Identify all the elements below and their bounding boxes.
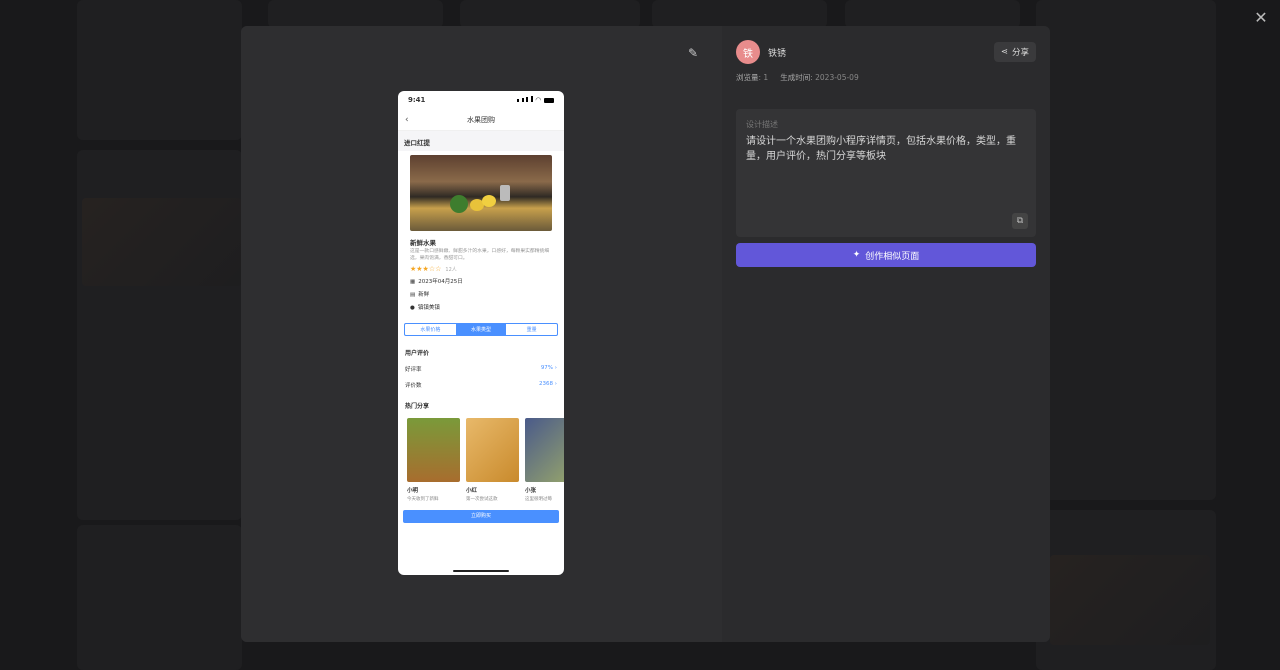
chevron-right-icon: › (554, 364, 557, 371)
share-card-text: 今天收到了新鲜 (407, 496, 439, 502)
review-row-label: 评价数 (405, 382, 422, 389)
create-similar-button[interactable]: ✦ 创作相似页面 (736, 243, 1036, 267)
section-title: 进口红提 (398, 131, 564, 151)
rating-count: 12人 (445, 266, 457, 273)
share-card[interactable]: 小明 今天收到了新鲜 (407, 417, 460, 502)
tab-type[interactable]: 水果类型 (455, 323, 507, 335)
buy-button[interactable]: 立即购买 (403, 509, 559, 523)
battery-icon (544, 97, 554, 103)
nav-title: 水果团购 (467, 115, 495, 124)
calendar-icon: ▦ (410, 279, 416, 286)
share-card-name: 小明 (407, 487, 419, 494)
home-indicator (453, 570, 509, 572)
product-description: 这是一款口感鲜嫩、鲜甜多汁的水果，口感好，每颗果实都精挑细选，果肉饱满，香甜可口… (410, 249, 550, 261)
description-label: 设计描述 (746, 120, 778, 129)
review-row[interactable]: 评价数 2368 › (398, 377, 564, 393)
close-icon[interactable]: ✕ (1250, 6, 1272, 28)
back-icon[interactable]: ‹ (405, 115, 409, 125)
nav-bar: ‹ 水果团购 (398, 109, 564, 131)
preview-pane: ✎ 9:41 ◠ ‹ 水果团购 进口红提 新鲜水果 这是一款口感鲜嫩、鲜甜多汁的… (241, 26, 722, 642)
review-row-value: 97% › (541, 365, 557, 373)
avatar: 铁 (736, 40, 760, 64)
segment-tabs: 水果价格 水果类型 重量 (404, 322, 558, 336)
created-label: 生成时间 (780, 73, 811, 82)
username: 铁锈 (768, 48, 787, 59)
status-icons: ◠ (517, 96, 554, 104)
share-card-text: 这里很明过莓 (525, 496, 552, 502)
wifi-icon: ◠ (535, 96, 541, 104)
tab-price[interactable]: 水果价格 (405, 324, 456, 335)
created-value: 2023-05-09 (815, 73, 859, 82)
review-row-value: 2368 › (539, 381, 557, 389)
share-card-image (525, 417, 564, 482)
status-bar: 9:41 ◠ (398, 91, 564, 109)
meta-date: ▦ 2023年04月25日 (398, 276, 564, 289)
page-meta: 浏览量: 1 生成时间: 2023-05-09 (736, 72, 1036, 83)
document-icon: ▤ (410, 292, 416, 299)
review-row-value-text: 2368 (539, 380, 554, 387)
product-name: 新鲜水果 (410, 239, 436, 247)
share-card-image (466, 417, 519, 482)
created-time: 生成时间: 2023-05-09 (780, 73, 859, 82)
author[interactable]: 铁 铁锈 (736, 40, 1036, 64)
review-row-value-text: 97% (540, 364, 554, 371)
star-rating-icon: ★★★☆☆ (410, 265, 442, 274)
meta-fresh: ▤ 新鲜 (398, 289, 564, 302)
signal-icon (517, 96, 533, 104)
share-title: 热门分享 (405, 402, 430, 410)
create-similar-label: 创作相似页面 (865, 251, 920, 262)
views-value: 1 (763, 73, 769, 82)
share-card-image (407, 417, 460, 482)
meta-location-text: 镇镇美镇 (417, 305, 440, 311)
tab-weight[interactable]: 重量 (506, 324, 557, 335)
preview-modal: ✎ 9:41 ◠ ‹ 水果团购 进口红提 新鲜水果 这是一款口感鲜嫩、鲜甜多汁的… (241, 26, 1050, 642)
pencil-icon[interactable]: ✎ (688, 46, 698, 60)
rating: ★★★☆☆ 12人 (398, 262, 564, 276)
review-row[interactable]: 好评率 97% › (398, 361, 564, 377)
chevron-right-icon: › (554, 380, 557, 387)
meta-location: ● 镇镇美镇 (398, 302, 564, 315)
location-icon: ● (410, 305, 415, 311)
share-card[interactable]: 小张 这里很明过莓 (525, 417, 564, 502)
share-icon: ⋖ (1000, 47, 1008, 57)
meta-fresh-text: 新鲜 (418, 292, 430, 299)
views-label: 浏览量 (736, 73, 759, 82)
status-time: 9:41 (408, 96, 426, 104)
description-box: 设计描述 请设计一个水果团购小程序详情页，包括水果价格，类型，重量，用户评价，热… (736, 109, 1036, 237)
description-text: 请设计一个水果团购小程序详情页，包括水果价格，类型，重量，用户评价，热门分享等板… (746, 136, 1016, 162)
share-card[interactable]: 小红 第一次尝试这款 (466, 417, 519, 502)
share-card-name: 小张 (525, 487, 537, 494)
share-button[interactable]: ⋖ 分享 (993, 42, 1036, 62)
copy-icon[interactable]: ⧉ (1012, 213, 1028, 229)
phone-mockup: 9:41 ◠ ‹ 水果团购 进口红提 新鲜水果 这是一款口感鲜嫩、鲜甜多汁的水果… (398, 91, 564, 575)
review-title: 用户评价 (405, 349, 430, 357)
review-row-label: 好评率 (405, 366, 422, 373)
product-image (410, 155, 552, 231)
sparkle-icon: ✦ (852, 250, 861, 260)
share-cards: 小明 今天收到了新鲜 小红 第一次尝试这款 小张 这里很明过莓 (398, 414, 564, 502)
share-card-name: 小红 (466, 487, 478, 494)
share-label: 分享 (1011, 48, 1029, 58)
share-card-text: 第一次尝试这款 (466, 496, 498, 502)
info-pane: 铁 铁锈 ⋖ 分享 浏览量: 1 生成时间: 2023-05-09 设计描述 请… (722, 26, 1050, 642)
meta-date-text: 2023年04月25日 (418, 279, 463, 286)
views: 浏览量: 1 (736, 73, 769, 82)
